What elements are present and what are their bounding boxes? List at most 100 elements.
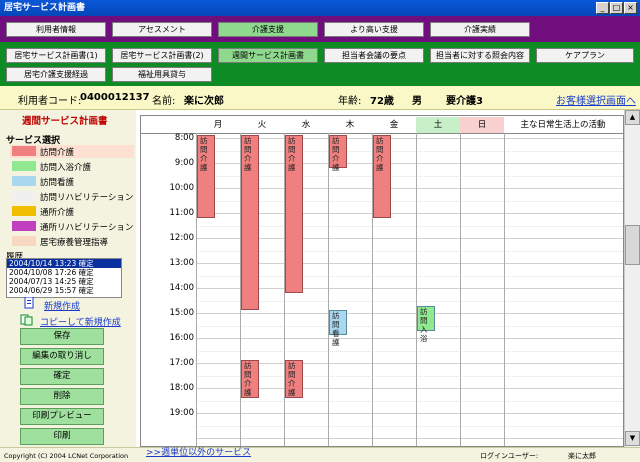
service-swatch-visit-nurse — [12, 176, 36, 186]
half-hour-gridline — [196, 200, 623, 202]
patient-code: 0400012137 — [80, 92, 150, 103]
half-hour-gridline — [196, 400, 623, 402]
hour-gridline — [196, 163, 623, 164]
history-item[interactable]: 2004/06/29 15:57 確定 — [7, 286, 121, 295]
close-icon[interactable]: × — [624, 2, 637, 14]
minimize-icon[interactable]: _ — [596, 2, 609, 14]
half-hour-gridline — [196, 150, 623, 152]
hour-gridline — [196, 238, 623, 239]
appointment-block[interactable]: 訪問介護 — [373, 135, 391, 219]
scroll-thumb[interactable] — [625, 225, 640, 265]
scroll-down-icon[interactable]: ▼ — [625, 431, 640, 446]
day-column-divider — [504, 133, 505, 446]
delete-button[interactable]: 削除 — [20, 388, 104, 405]
patient-care-level: 要介護3 — [446, 96, 483, 107]
section-title: 週間サービス計画書 — [22, 116, 108, 127]
service-day-rehab[interactable]: 通所リハビリテーション — [40, 221, 133, 233]
customer-select-link[interactable]: お客様選択画面へ — [556, 92, 636, 107]
day-header-thu: 木 — [345, 120, 355, 130]
hour-label: 16:00 — [169, 333, 195, 343]
tab-inquiry-content[interactable]: 担当者に対する照会内容 — [430, 48, 530, 63]
copy-icon[interactable] — [20, 314, 34, 326]
appointment-block[interactable]: 訪問介護 — [241, 135, 259, 310]
hour-label: 9:00 — [174, 158, 194, 168]
tab-care-plan[interactable]: ケアプラン — [536, 48, 634, 63]
appointment-block[interactable]: 訪問看護 — [329, 310, 347, 347]
hour-gridline — [196, 363, 623, 364]
service-visit-rehab[interactable]: 訪問リハビリテーション — [40, 191, 133, 203]
patient-age: 72歳 — [370, 96, 394, 107]
nav-assessment[interactable]: アセスメント — [112, 22, 212, 37]
non-weekly-service-link[interactable]: >>週単位以外のサービス — [146, 445, 251, 458]
service-visit-care[interactable]: 訪問介護 — [40, 146, 74, 158]
nav-care-results[interactable]: 介護実績 — [430, 22, 530, 37]
hour-label: 11:00 — [169, 208, 195, 218]
appointment-block[interactable]: 訪問介護 — [197, 135, 215, 219]
history-item[interactable]: 2004/07/13 14:25 確定 — [7, 277, 121, 286]
patient-name-label: 名前: — [152, 96, 176, 107]
tab-meeting-points[interactable]: 担当者会議の要点 — [324, 48, 424, 63]
hour-gridline — [196, 138, 623, 139]
tab-support-progress[interactable]: 居宅介護支援経過 — [6, 67, 106, 82]
hour-label: 14:00 — [169, 283, 195, 293]
cancel-edit-button[interactable]: 編集の取り消し — [20, 348, 104, 365]
history-item-selected[interactable]: 2004/10/14 13:23 確定 — [7, 259, 121, 268]
confirm-button[interactable]: 確定 — [20, 368, 104, 385]
service-visit-bath[interactable]: 訪問入浴介護 — [40, 161, 91, 173]
half-hour-gridline — [196, 425, 623, 427]
appointment-block[interactable]: 訪問介護 — [329, 135, 347, 172]
patient-name: 楽に次郎 — [184, 96, 224, 107]
day-header-sun: 日 — [460, 117, 504, 133]
nav-user-info[interactable]: 利用者情報 — [6, 22, 106, 37]
hour-gridline — [196, 438, 623, 439]
half-hour-gridline — [196, 350, 623, 352]
day-column-divider — [460, 133, 461, 446]
half-hour-gridline — [196, 175, 623, 177]
activity-header: 主な日常生活上の活動 — [520, 120, 606, 130]
print-button[interactable]: 印刷 — [20, 428, 104, 445]
hour-label: 17:00 — [169, 358, 195, 368]
nav-higher-support[interactable]: より高い支援 — [324, 22, 424, 37]
hour-gridline — [196, 313, 623, 314]
vertical-scrollbar[interactable] — [624, 110, 640, 447]
service-visit-nurse[interactable]: 訪問看護 — [40, 176, 74, 188]
tab-care-plan-2[interactable]: 居宅サービス計画書(2) — [112, 48, 212, 63]
scroll-up-icon[interactable]: ▲ — [625, 110, 640, 125]
service-swatch-home-medical — [12, 236, 36, 246]
tab-weekly-plan[interactable]: 週間サービス計画書 — [218, 48, 318, 63]
service-day-care[interactable]: 通所介護 — [40, 206, 74, 218]
service-swatch-visit-rehab — [12, 191, 36, 201]
day-header-tue: 火 — [257, 120, 267, 130]
service-swatch-day-rehab — [12, 221, 36, 231]
login-user-name: 楽に太郎 — [568, 452, 596, 460]
service-home-medical[interactable]: 居宅療養管理指導 — [40, 236, 108, 248]
copy-create-link[interactable]: コピーして新規作成 — [40, 315, 121, 328]
history-list[interactable]: 2004/10/14 13:23 確定 2004/10/08 17:26 確定 … — [6, 258, 122, 298]
new-create-link[interactable]: 新規作成 — [44, 299, 80, 312]
service-swatch-day-care — [12, 206, 36, 216]
hour-label: 10:00 — [169, 183, 195, 193]
appointment-block[interactable]: 訪問介護 — [285, 360, 303, 398]
tab-care-plan-1[interactable]: 居宅サービス計画書(1) — [6, 48, 106, 63]
save-button[interactable]: 保存 — [20, 328, 104, 345]
hour-gridline — [196, 213, 623, 214]
nav-care-support[interactable]: 介護支援 — [218, 22, 318, 37]
day-header-wed: 水 — [301, 120, 311, 130]
history-item[interactable]: 2004/10/08 17:26 確定 — [7, 268, 121, 277]
service-swatch-visit-care — [12, 146, 36, 156]
day-header-sat: 土 — [416, 117, 460, 133]
hour-label: 13:00 — [169, 258, 195, 268]
maximize-icon[interactable]: □ — [610, 2, 623, 14]
appointment-block[interactable]: 訪問入浴 — [417, 305, 435, 343]
copyright: Copyright (C) 2004 LCNet Corporation — [4, 452, 129, 460]
new-document-icon[interactable] — [22, 296, 36, 309]
tab-equipment-rental[interactable]: 福祉用具貸与 — [112, 67, 212, 82]
appointment-block[interactable]: 訪問介護 — [285, 135, 303, 294]
window-title: 居宅サービス計画書 — [4, 3, 86, 13]
day-column-divider — [328, 133, 329, 446]
appointment-block[interactable]: 訪問介護 — [241, 360, 259, 398]
patient-code-label: 利用者コード: — [18, 96, 82, 107]
header-divider — [141, 133, 623, 134]
print-preview-button[interactable]: 印刷プレビュー — [20, 408, 104, 425]
day-header-mon: 月 — [213, 120, 223, 130]
